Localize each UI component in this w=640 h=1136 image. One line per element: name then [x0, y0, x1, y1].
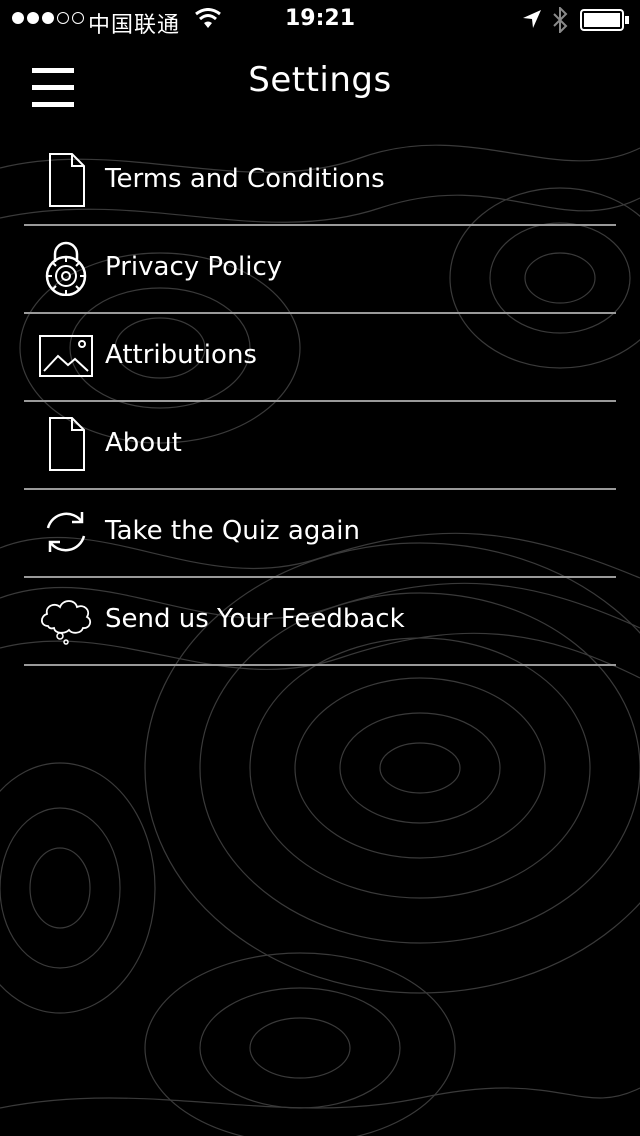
battery-icon [580, 9, 629, 31]
image-icon [39, 335, 93, 377]
document-icon [49, 417, 85, 471]
refresh-icon [46, 512, 86, 552]
menu-item-about[interactable]: About [24, 402, 616, 490]
menu-item-label: About [105, 428, 182, 458]
menu-item-quiz[interactable]: Take the Quiz again [24, 490, 616, 578]
status-time: 19:21 [284, 6, 356, 31]
menu-item-label: Privacy Policy [105, 252, 283, 282]
status-bar: 中国联通 19:21 [0, 0, 640, 40]
menu-item-label: Send us Your Feedback [105, 604, 405, 634]
menu-item-label: Terms and Conditions [105, 164, 385, 194]
bluetooth-icon [553, 7, 568, 33]
navigation-bar: Settings [0, 40, 640, 128]
page-title: Settings [248, 60, 392, 100]
menu-item-label: Attributions [105, 340, 257, 370]
thought-cloud-icon [40, 600, 92, 645]
menu-item-attributions[interactable]: Attributions [24, 314, 616, 402]
document-icon [49, 153, 85, 207]
location-arrow-icon [523, 10, 541, 28]
padlock-icon [45, 241, 87, 296]
menu-item-label: Take the Quiz again [105, 516, 360, 546]
menu-item-privacy[interactable]: Privacy Policy [24, 226, 616, 314]
menu-item-feedback[interactable]: Send us Your Feedback [24, 578, 616, 666]
settings-list: Terms and Conditions Privacy Policy Attr… [24, 138, 616, 666]
menu-item-terms[interactable]: Terms and Conditions [24, 138, 616, 226]
